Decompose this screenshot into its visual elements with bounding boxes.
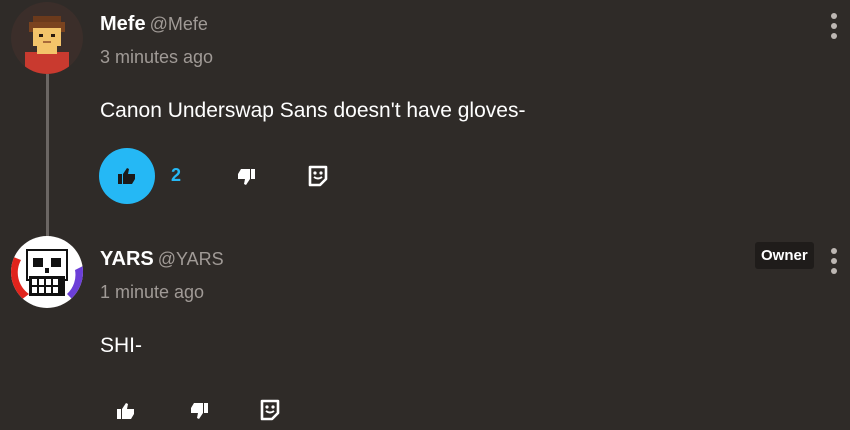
thumbs-down-icon xyxy=(238,169,255,185)
author-name[interactable]: YARS xyxy=(100,248,154,270)
dislike-button[interactable] xyxy=(233,164,259,190)
more-vertical-icon[interactable] xyxy=(829,248,839,274)
like-button[interactable] xyxy=(113,398,139,424)
author-name[interactable]: Mefe xyxy=(100,13,146,35)
comment-author[interactable]: Mefe @Mefe xyxy=(100,13,208,36)
sticker-icon xyxy=(308,165,328,187)
comment-body: SHI- xyxy=(100,334,142,357)
avatar[interactable] xyxy=(11,2,83,74)
like-button[interactable] xyxy=(99,148,155,204)
comment-timestamp[interactable]: 3 minutes ago xyxy=(100,47,213,68)
skull-avatar-icon xyxy=(11,236,83,308)
sticker-button[interactable] xyxy=(256,396,284,424)
like-count: 2 xyxy=(171,165,182,185)
sticker-button[interactable] xyxy=(304,162,332,190)
thread-connector-line xyxy=(46,70,49,238)
sticker-icon xyxy=(260,399,280,421)
owner-badge: Owner xyxy=(755,242,814,269)
dislike-button[interactable] xyxy=(186,398,212,424)
pixel-character-avatar-icon xyxy=(11,2,83,74)
comment-body: Canon Underswap Sans doesn't have gloves… xyxy=(100,99,526,122)
thumbs-down-icon xyxy=(191,403,208,419)
author-handle[interactable]: @Mefe xyxy=(150,14,208,34)
thumbs-up-icon xyxy=(118,168,135,184)
more-vertical-icon[interactable] xyxy=(829,13,839,39)
avatar[interactable] xyxy=(11,236,83,308)
comment-timestamp[interactable]: 1 minute ago xyxy=(100,282,204,303)
comment-author[interactable]: YARS @YARS xyxy=(100,248,224,271)
thumbs-up-icon xyxy=(117,403,134,419)
author-handle[interactable]: @YARS xyxy=(158,249,224,269)
